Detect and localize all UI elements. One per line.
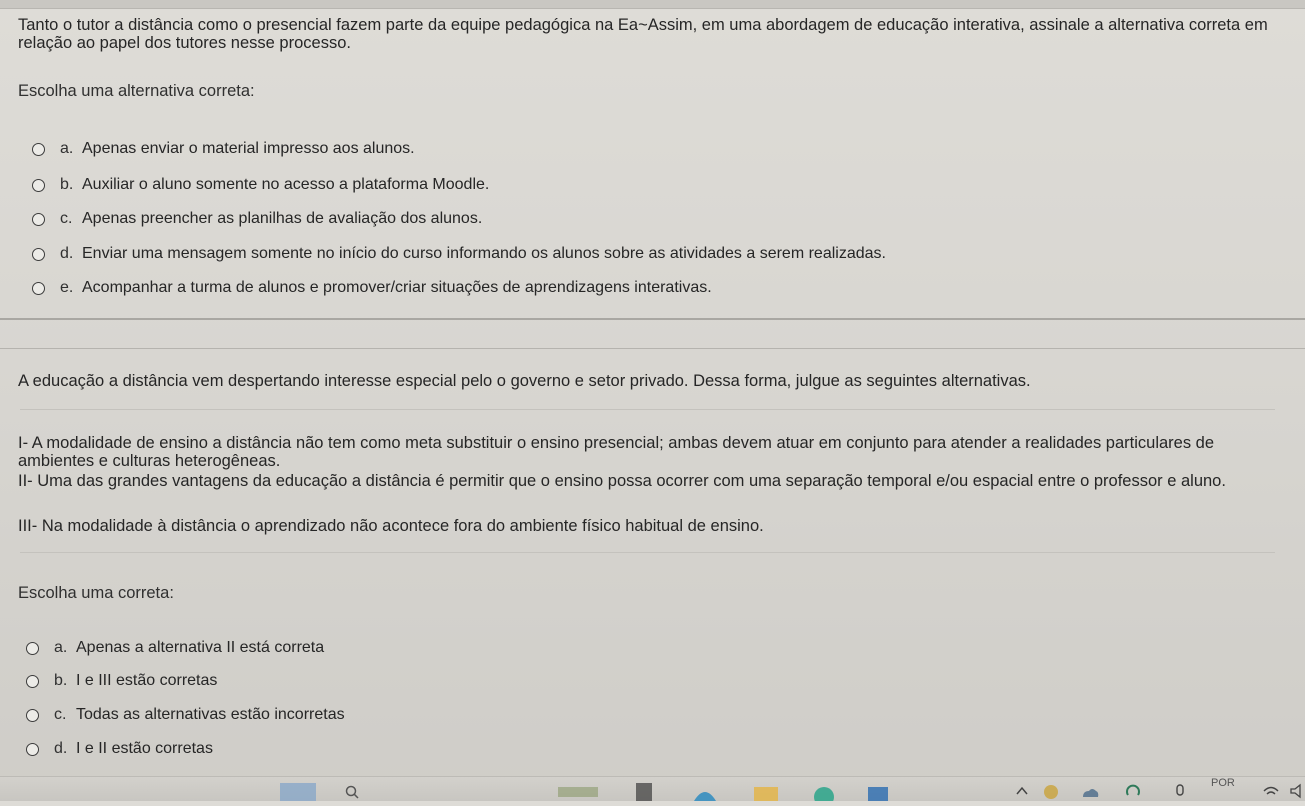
- folder-icon: [754, 787, 778, 801]
- edge-icon: [694, 792, 716, 801]
- answer-option-a[interactable]: a. Apenas a alternativa II está correta: [26, 637, 324, 659]
- answer-option-a[interactable]: a. Apenas enviar o material impresso aos…: [32, 138, 415, 160]
- option-letter: b.: [54, 672, 68, 689]
- refresh-icon[interactable]: [1124, 783, 1144, 801]
- option-letter: b.: [60, 176, 74, 193]
- radio-button[interactable]: [26, 674, 39, 688]
- page-top-edge: [0, 0, 1305, 9]
- search-icon: [345, 785, 359, 799]
- option-letter: a.: [54, 639, 68, 656]
- tray-app-icon-glyph: [1044, 785, 1058, 799]
- divider: [20, 552, 1275, 553]
- onedrive-icon[interactable]: [1080, 783, 1100, 801]
- divider: [20, 409, 1275, 410]
- wifi-signal-icon: [1263, 786, 1279, 795]
- option-text: Apenas enviar o material impresso aos al…: [82, 140, 415, 157]
- taskbar: POR: [0, 776, 1305, 806]
- radio-button[interactable]: [26, 641, 39, 655]
- answer-option-d[interactable]: d. I e II estão corretas: [26, 738, 213, 760]
- radio-button[interactable]: [32, 281, 45, 295]
- cloud-icon: [1083, 789, 1099, 797]
- radio-button[interactable]: [32, 212, 45, 226]
- chevron-up-icon: [1016, 786, 1028, 795]
- question-prompt: Escolha uma alternativa correta:: [18, 82, 255, 100]
- option-text: Todas as alternativas estão incorretas: [76, 706, 345, 723]
- option-letter: a.: [60, 140, 74, 157]
- statement-3: III- Na modalidade à distância o aprendi…: [18, 517, 764, 535]
- radio-button[interactable]: [26, 708, 39, 722]
- option-text: I e II estão corretas: [76, 740, 213, 757]
- statement-2: II- Uma das grandes vantagens da educaçã…: [18, 472, 1226, 490]
- option-letter: d.: [54, 740, 68, 757]
- radio-button[interactable]: [32, 142, 45, 156]
- microphone-icon[interactable]: [1172, 783, 1188, 801]
- photos-thumbnail-icon: [558, 787, 598, 797]
- file-explorer-icon[interactable]: [752, 783, 780, 801]
- option-letter: c.: [54, 706, 67, 723]
- answer-option-d[interactable]: d. Enviar uma mensagem somente no início…: [32, 243, 886, 265]
- statement-1: I- A modalidade de ensino a distância nã…: [18, 434, 1215, 470]
- option-letter: d.: [60, 245, 74, 262]
- option-text: I e III estão corretas: [76, 672, 218, 689]
- answer-option-e[interactable]: e. Acompanhar a turma de alunos e promov…: [32, 277, 712, 299]
- show-hidden-icons[interactable]: [1015, 783, 1029, 801]
- option-letter: e.: [60, 279, 74, 296]
- option-text: Apenas a alternativa II está correta: [76, 639, 325, 656]
- store-icon: [814, 787, 834, 806]
- volume-icon[interactable]: [1290, 783, 1302, 801]
- answer-option-c[interactable]: c. Apenas preencher as planilhas de aval…: [32, 208, 482, 230]
- sync-icon: [1126, 784, 1140, 796]
- tray-app-icon[interactable]: [1042, 783, 1060, 801]
- answer-option-b[interactable]: b. I e III estão corretas: [26, 670, 217, 692]
- answer-option-b[interactable]: b. Auxiliar o aluno somente no acesso a …: [32, 174, 489, 196]
- question-prompt: Escolha uma correta:: [18, 584, 174, 602]
- language-indicator[interactable]: POR: [1211, 777, 1235, 789]
- option-text: Enviar uma mensagem somente no início do…: [82, 245, 886, 262]
- answer-option-c[interactable]: c. Todas as alternativas estão incorreta…: [26, 704, 345, 726]
- app-icon[interactable]: [636, 783, 652, 801]
- option-text: Apenas preencher as planilhas de avaliaç…: [82, 210, 483, 227]
- task-view-icon[interactable]: [556, 783, 602, 801]
- calendar-icon: [868, 787, 888, 801]
- option-letter: c.: [60, 210, 73, 227]
- speaker-icon: [1290, 783, 1301, 799]
- edge-browser-icon[interactable]: [690, 783, 720, 801]
- search-box[interactable]: [345, 783, 445, 801]
- question-card-1: Tanto o tutor a distância como o presenc…: [0, 10, 1305, 320]
- radio-button[interactable]: [32, 247, 45, 261]
- store-app-icon[interactable]: [810, 783, 838, 806]
- question-text: A educação a distância vem despertando i…: [18, 372, 1031, 390]
- option-text: Auxiliar o aluno somente no acesso a pla…: [82, 176, 490, 193]
- radio-button[interactable]: [32, 178, 45, 192]
- option-text: Acompanhar a turma de alunos e promover/…: [82, 279, 712, 296]
- widgets-icon[interactable]: [280, 783, 316, 801]
- calendar-app-icon[interactable]: [866, 783, 890, 801]
- question-card-2: A educação a distância vem despertando i…: [0, 348, 1305, 768]
- mic-icon: [1176, 784, 1184, 796]
- wifi-icon[interactable]: [1262, 783, 1280, 801]
- radio-button[interactable]: [26, 742, 39, 756]
- question-text: Tanto o tutor a distância como o presenc…: [18, 16, 1268, 52]
